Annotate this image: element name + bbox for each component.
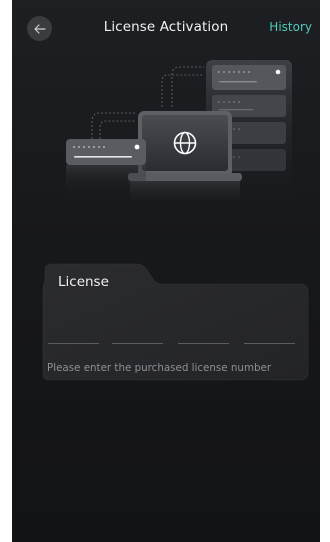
license-input[interactable] — [47, 300, 299, 356]
license-label: License — [58, 274, 109, 290]
history-link[interactable]: History — [269, 20, 312, 34]
license-segment-1 — [48, 343, 99, 344]
app-screen: License Activation History License Pleas… — [12, 0, 320, 542]
license-segment-2 — [112, 343, 163, 344]
license-segment-4 — [244, 343, 295, 344]
license-segment-3 — [178, 343, 229, 344]
license-hint-text: Please enter the purchased license numbe… — [47, 362, 272, 374]
server-network-illustration — [66, 60, 292, 205]
header-bar: License Activation History — [12, 0, 320, 58]
